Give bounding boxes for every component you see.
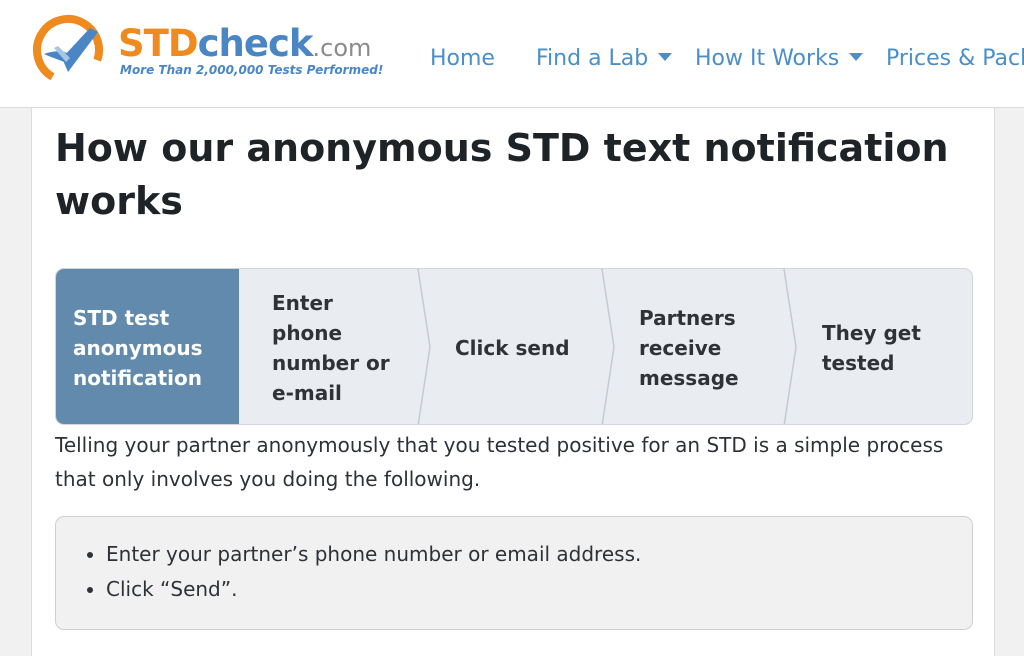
nav-find-a-lab[interactable]: Find a Lab [536,44,673,74]
site-header: STDcheck.com More Than 2,000,000 Tests P… [0,0,1024,108]
nav-how-it-works[interactable]: How It Works [695,44,864,74]
step-5-label: They get tested [822,321,921,375]
intro-paragraph: Telling your partner anonymously that yo… [55,433,944,491]
chevron-down-icon [849,53,864,61]
content-card: How our anonymous STD text notification … [31,108,995,656]
steps-progress-bar: STD test anonymous notification Enter ph… [55,268,973,425]
instructions-box: Enter your partner’s phone number or ema… [55,516,973,630]
step-2-label: Enter phone number or e-mail [272,291,390,405]
step-4-label: Partners receive message [639,306,739,390]
page-title: How our anonymous STD text notification … [55,126,949,223]
step-3-label: Click send [455,336,570,360]
instructions-list: Enter your partner’s phone number or ema… [106,537,641,607]
chevron-down-icon [658,53,673,61]
main-nav: Home Find a Lab How It Works Prices & Pa… [0,44,1024,74]
nav-home[interactable]: Home [430,44,495,74]
list-item: Enter your partner’s phone number or ema… [106,537,641,572]
nav-prices-packages[interactable]: Prices & Packa [886,44,1024,74]
step-1-label: STD test anonymous notification [73,306,203,390]
list-item: Click “Send”. [106,572,641,607]
